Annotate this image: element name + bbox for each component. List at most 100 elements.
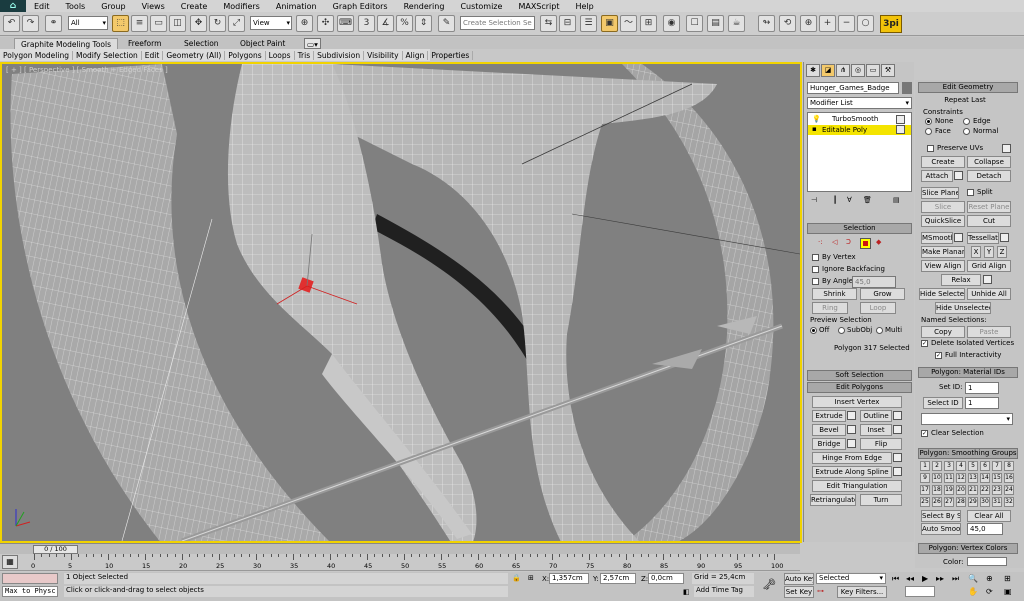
viewport-label[interactable]: [ + ] [ Perspective ] [ Smooth + Edged F… bbox=[6, 66, 168, 74]
flip-button[interactable]: Flip bbox=[860, 438, 902, 450]
tessellate-settings-icon[interactable] bbox=[1000, 233, 1009, 242]
select-object-icon[interactable]: ⬚ bbox=[112, 15, 129, 32]
preview-multi-radio[interactable] bbox=[876, 327, 883, 334]
app-logo-icon[interactable]: ⌂ bbox=[0, 0, 26, 12]
material-name-dropdown[interactable]: ▾ bbox=[921, 413, 1013, 425]
mirror-icon[interactable]: ⇆ bbox=[540, 15, 557, 32]
menu-customize[interactable]: Customize bbox=[452, 2, 510, 11]
delete-isolated-checkbox[interactable]: ✓ bbox=[921, 340, 928, 347]
constraint-edge-radio[interactable] bbox=[963, 118, 970, 125]
panel-modify-selection[interactable]: Modify Selection bbox=[73, 50, 142, 60]
clear-selection-checkbox[interactable]: ✓ bbox=[921, 430, 928, 437]
insert-vertex-button[interactable]: Insert Vertex bbox=[812, 396, 902, 408]
menu-rendering[interactable]: Rendering bbox=[396, 2, 453, 11]
brand-badge[interactable]: 3pi bbox=[880, 15, 902, 33]
attach-button[interactable]: Attach bbox=[921, 170, 953, 182]
stack-toggle-icon[interactable] bbox=[896, 115, 905, 124]
retriangulate-button[interactable]: Retriangulate bbox=[810, 494, 856, 506]
reference-coord-dropdown[interactable]: View ▾ bbox=[250, 16, 292, 30]
stack-item-turbosmooth[interactable]: 💡 TurboSmooth bbox=[808, 114, 911, 124]
named-selection-input[interactable]: Create Selection Se bbox=[460, 16, 535, 30]
rollout-smoothing-groups[interactable]: Polygon: Smoothing Groups bbox=[918, 448, 1018, 459]
panel-align[interactable]: Align bbox=[403, 50, 429, 60]
stack-item-editable-poly[interactable]: ▪ Editable Poly bbox=[808, 125, 911, 135]
object-color-swatch[interactable] bbox=[902, 82, 912, 94]
rect-region-icon[interactable]: ▭ bbox=[150, 15, 167, 32]
perspective-viewport[interactable]: [ + ] [ Perspective ] [ Smooth + Edged F… bbox=[0, 62, 802, 543]
y-coordinate-field[interactable]: 2,57cm bbox=[600, 573, 636, 584]
smoothing-group-button[interactable]: 30 bbox=[980, 497, 990, 507]
relax-button[interactable]: Relax bbox=[941, 274, 981, 286]
smoothing-group-button[interactable]: 24 bbox=[1004, 485, 1014, 495]
redo-icon[interactable]: ↷ bbox=[22, 15, 39, 32]
menu-modifiers[interactable]: Modifiers bbox=[215, 2, 268, 11]
smoothing-group-button[interactable]: 1 bbox=[920, 461, 930, 471]
set-key-icon[interactable]: ⊶ bbox=[817, 587, 824, 595]
smoothing-group-button[interactable]: 12 bbox=[956, 473, 966, 483]
display-tab-icon[interactable]: ▭ bbox=[866, 64, 880, 77]
script-tool-2-icon[interactable]: ⟲ bbox=[779, 15, 796, 32]
link-icon[interactable]: ⚭ bbox=[45, 15, 62, 32]
auto-smooth-button[interactable]: Auto Smooth bbox=[921, 523, 961, 535]
rollout-soft-selection[interactable]: Soft Selection bbox=[807, 370, 912, 381]
full-interactivity-checkbox[interactable]: ✓ bbox=[935, 352, 942, 359]
time-tag-icon[interactable]: ◧ bbox=[683, 588, 690, 596]
repeat-last-button[interactable]: Repeat Last bbox=[925, 95, 1005, 107]
modifier-list-dropdown[interactable]: Modifier List ▾ bbox=[807, 97, 912, 109]
outline-settings-icon[interactable] bbox=[893, 411, 902, 420]
panel-loops[interactable]: Loops bbox=[266, 50, 295, 60]
tab-object-paint[interactable]: Object Paint bbox=[234, 38, 291, 49]
orbit-icon[interactable]: ⟳ bbox=[986, 587, 993, 596]
zoom-all-icon[interactable]: ⊕ bbox=[986, 574, 993, 583]
rollout-vertex-colors[interactable]: Polygon: Vertex Colors bbox=[918, 543, 1018, 554]
modify-tab-icon[interactable]: ◪ bbox=[821, 64, 835, 77]
current-frame-field[interactable] bbox=[905, 586, 935, 597]
relax-settings-icon[interactable] bbox=[983, 275, 992, 284]
smoothing-group-button[interactable]: 15 bbox=[992, 473, 1002, 483]
ignore-backfacing-checkbox[interactable] bbox=[812, 266, 819, 273]
material-editor-icon[interactable]: ◉ bbox=[663, 15, 680, 32]
layer-manager-icon[interactable]: ☰ bbox=[580, 15, 597, 32]
configure-sets-icon[interactable]: ▤ bbox=[893, 196, 900, 204]
planar-x-button[interactable]: X bbox=[971, 246, 981, 258]
polygon-icon[interactable] bbox=[860, 238, 871, 249]
create-button[interactable]: Create bbox=[921, 156, 965, 168]
smoothing-group-button[interactable]: 26 bbox=[932, 497, 942, 507]
ring-button[interactable]: Ring bbox=[812, 302, 848, 314]
remove-modifier-icon[interactable]: 🗑 bbox=[863, 196, 872, 204]
smoothing-group-button[interactable]: 7 bbox=[992, 461, 1002, 471]
cut-button[interactable]: Cut bbox=[967, 215, 1011, 227]
auto-smooth-spinner[interactable]: 45,0 bbox=[967, 523, 1003, 535]
preserve-uvs-checkbox[interactable] bbox=[927, 145, 934, 152]
smoothing-group-button[interactable]: 14 bbox=[980, 473, 990, 483]
edge-icon[interactable]: ◁ bbox=[832, 238, 837, 246]
smoothing-group-button[interactable]: 10 bbox=[932, 473, 942, 483]
bridge-button[interactable]: Bridge bbox=[812, 438, 846, 450]
menu-help[interactable]: Help bbox=[568, 2, 602, 11]
panel-visibility[interactable]: Visibility bbox=[364, 50, 403, 60]
smoothing-group-button[interactable]: 3 bbox=[944, 461, 954, 471]
smoothing-group-button[interactable]: 23 bbox=[992, 485, 1002, 495]
tab-selection[interactable]: Selection bbox=[178, 38, 225, 49]
planar-y-button[interactable]: Y bbox=[984, 246, 994, 258]
lock-selection-icon[interactable]: 🔒 bbox=[512, 574, 521, 582]
utilities-tab-icon[interactable]: ⚒ bbox=[881, 64, 895, 77]
smoothing-group-button[interactable]: 31 bbox=[992, 497, 1002, 507]
smoothing-group-button[interactable]: 25 bbox=[920, 497, 930, 507]
detach-button[interactable]: Detach bbox=[967, 170, 1011, 182]
rollout-material-ids[interactable]: Polygon: Material IDs bbox=[918, 367, 1018, 378]
constraint-normal-radio[interactable] bbox=[963, 128, 970, 135]
script-tool-1-icon[interactable]: ↬ bbox=[758, 15, 775, 32]
transform-type-in-icon[interactable]: ⊞ bbox=[528, 574, 534, 582]
make-planar-button[interactable]: Make Planar bbox=[921, 246, 965, 258]
slice-button[interactable]: Slice bbox=[921, 201, 965, 213]
constraint-face-radio[interactable] bbox=[925, 128, 932, 135]
by-angle-spinner[interactable]: 45,0 bbox=[852, 276, 896, 288]
planar-z-button[interactable]: Z bbox=[997, 246, 1007, 258]
clear-all-button[interactable]: Clear All bbox=[967, 510, 1011, 522]
menu-create[interactable]: Create bbox=[173, 2, 216, 11]
extrude-settings-icon[interactable] bbox=[847, 411, 856, 420]
render-teapot-icon[interactable]: ☕ bbox=[728, 15, 745, 32]
render-setup-icon[interactable]: ☐ bbox=[686, 15, 703, 32]
panel-tris[interactable]: Tris bbox=[295, 50, 315, 60]
